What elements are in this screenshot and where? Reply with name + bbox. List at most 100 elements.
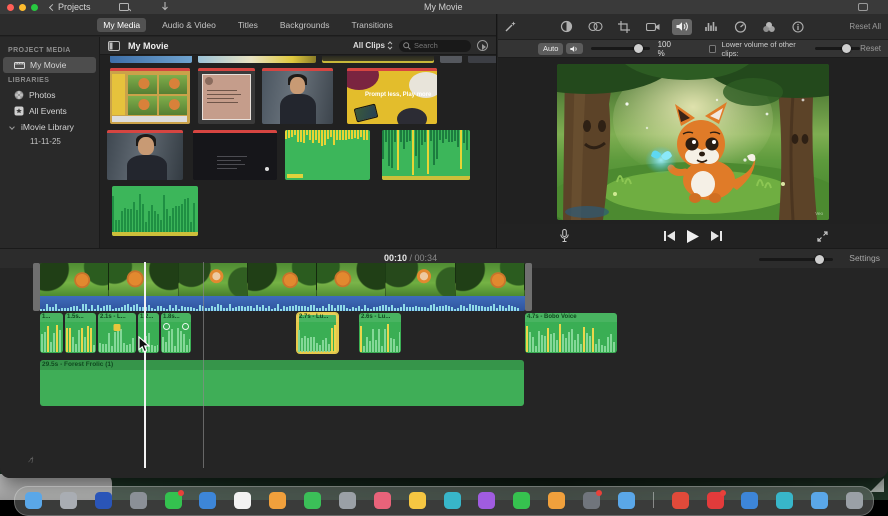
auto-volume-button[interactable]: Auto bbox=[538, 43, 563, 55]
audio-clip[interactable]: 1... bbox=[40, 313, 63, 353]
clip-thumbnail-promo[interactable]: Prompt less, Play more bbox=[347, 68, 437, 124]
volume-slider-knob[interactable] bbox=[634, 44, 643, 53]
dock-app-icon[interactable] bbox=[130, 492, 147, 509]
tab-audio-video[interactable]: Audio & Video bbox=[156, 18, 222, 32]
zoom-window-button[interactable] bbox=[31, 4, 38, 11]
dock-app-icon[interactable] bbox=[95, 492, 112, 509]
audio-thumbnail-3[interactable] bbox=[112, 186, 198, 236]
dock-app-icon[interactable] bbox=[444, 492, 461, 509]
play-button[interactable] bbox=[687, 230, 699, 243]
dock-app-icon[interactable] bbox=[199, 492, 216, 509]
dock-app-icon[interactable] bbox=[846, 492, 863, 509]
dock-app-icon[interactable] bbox=[548, 492, 565, 509]
dock-app-icon[interactable] bbox=[478, 492, 495, 509]
lower-volume-checkbox[interactable] bbox=[709, 45, 717, 53]
tab-my-media[interactable]: My Media bbox=[97, 18, 146, 32]
clip-thumbnail-partial[interactable] bbox=[110, 56, 192, 63]
dock-app-icon[interactable] bbox=[583, 492, 600, 509]
tab-transitions[interactable]: Transitions bbox=[345, 18, 398, 32]
clip-thumbnail-partial[interactable] bbox=[198, 56, 316, 63]
video-clip-filmstrip[interactable] bbox=[40, 263, 525, 296]
sidebar-toggle-icon[interactable] bbox=[108, 41, 120, 51]
volume-slider[interactable] bbox=[591, 47, 649, 50]
clip-thumbnail-partial[interactable] bbox=[468, 56, 496, 63]
dock-app-icon[interactable] bbox=[374, 492, 391, 509]
sidebar-item-photos[interactable]: Photos bbox=[0, 87, 99, 103]
playhead[interactable] bbox=[144, 262, 146, 468]
clip-thumbnail-document[interactable] bbox=[198, 68, 255, 124]
titlebar-extra-icon[interactable] bbox=[858, 3, 868, 11]
chevron-down-icon[interactable] bbox=[9, 124, 15, 130]
speed-icon[interactable] bbox=[730, 19, 750, 35]
dock-app-icon[interactable] bbox=[60, 492, 77, 509]
dock[interactable] bbox=[14, 486, 874, 516]
fullscreen-icon[interactable] bbox=[817, 231, 828, 242]
tab-backgrounds[interactable]: Backgrounds bbox=[274, 18, 336, 32]
reset-all-button[interactable]: Reset All bbox=[849, 22, 881, 31]
audio-thumbnail-1[interactable] bbox=[285, 130, 370, 180]
clip-filter-icon[interactable] bbox=[759, 19, 779, 35]
audio-clip[interactable]: 2.1s - L... bbox=[98, 313, 136, 353]
download-arrow-icon[interactable] bbox=[161, 2, 169, 12]
sidebar-item-imovie-library[interactable]: iMovie Library bbox=[0, 119, 99, 135]
previous-frame-button[interactable] bbox=[664, 231, 675, 241]
voiceover-mic-button[interactable] bbox=[560, 229, 569, 243]
audio-clip[interactable]: 1.5s... bbox=[65, 313, 96, 353]
dock-app-icon[interactable] bbox=[811, 492, 828, 509]
volume-icon[interactable] bbox=[672, 19, 692, 35]
crop-icon[interactable] bbox=[614, 19, 634, 35]
sidebar-item-all-events[interactable]: All Events bbox=[0, 103, 99, 119]
reset-button[interactable]: Reset bbox=[860, 44, 881, 53]
stabilization-icon[interactable] bbox=[643, 19, 663, 35]
dock-app-icon[interactable] bbox=[513, 492, 530, 509]
dock-app-icon[interactable] bbox=[776, 492, 793, 509]
video-clip-audio-strip[interactable] bbox=[40, 296, 525, 311]
color-balance-icon[interactable] bbox=[585, 19, 605, 35]
lower-volume-slider-knob[interactable] bbox=[842, 44, 851, 53]
audio-thumbnail-2[interactable] bbox=[382, 130, 470, 180]
clip-thumbnail-presenter-2[interactable] bbox=[107, 130, 183, 180]
back-to-projects-button[interactable]: Projects bbox=[50, 2, 91, 12]
info-icon[interactable] bbox=[788, 19, 808, 35]
clip-thumbnail-partial[interactable] bbox=[440, 56, 462, 63]
dock-app-icon[interactable] bbox=[269, 492, 286, 509]
audio-clip[interactable]: 4.7s - Bobo Voice bbox=[525, 313, 617, 353]
clip-thumbnail-fox-collage[interactable] bbox=[110, 68, 190, 124]
clip-thumbnail-partial[interactable] bbox=[322, 56, 434, 63]
search-field[interactable] bbox=[399, 40, 471, 52]
dock-app-icon[interactable] bbox=[304, 492, 321, 509]
dock-app-icon[interactable] bbox=[672, 492, 689, 509]
sidebar-item-my-movie[interactable]: My Movie bbox=[3, 57, 96, 73]
audio-clip[interactable]: 1.8s... bbox=[161, 313, 191, 353]
timeline-zoom-slider[interactable] bbox=[759, 258, 833, 261]
trim-handle-left[interactable] bbox=[33, 263, 40, 311]
dock-app-icon[interactable] bbox=[409, 492, 426, 509]
color-correction-icon[interactable] bbox=[556, 19, 576, 35]
mute-button[interactable] bbox=[566, 43, 583, 54]
clip-thumbnail-screen-recording[interactable] bbox=[193, 130, 277, 180]
preview-video[interactable]: Veo bbox=[557, 64, 829, 220]
audio-clip[interactable]: 2.6s - Lu... bbox=[359, 313, 401, 353]
dock-app-icon[interactable] bbox=[339, 492, 356, 509]
dock-app-icon[interactable] bbox=[707, 492, 724, 509]
skimming-toggle-button[interactable] bbox=[477, 40, 488, 51]
noise-reduction-icon[interactable] bbox=[701, 19, 721, 35]
dock-app-icon[interactable] bbox=[741, 492, 758, 509]
dock-app-icon[interactable] bbox=[165, 492, 182, 509]
dock-app-icon[interactable] bbox=[618, 492, 635, 509]
sidebar-item-event-11-11-25[interactable]: 11-11-25 bbox=[0, 135, 99, 148]
minimize-window-button[interactable] bbox=[19, 4, 26, 11]
close-window-button[interactable] bbox=[7, 4, 14, 11]
import-media-icon[interactable] bbox=[119, 3, 131, 12]
trim-handle-right[interactable] bbox=[525, 263, 532, 311]
tab-titles[interactable]: Titles bbox=[232, 18, 264, 32]
background-music-clip[interactable]: 29.5s - Forest Frolic (1) bbox=[40, 360, 524, 406]
magic-wand-icon[interactable] bbox=[504, 20, 517, 33]
dock-app-icon[interactable] bbox=[25, 492, 42, 509]
dock-app-icon[interactable] bbox=[234, 492, 251, 509]
timeline[interactable]: 1...1.5s...2.1s - L...1.2...1.8s...2.7s … bbox=[0, 268, 888, 478]
clip-thumbnail-presenter[interactable] bbox=[262, 68, 333, 124]
clip-filter-dropdown[interactable]: All Clips bbox=[353, 41, 393, 50]
audio-clip[interactable]: 2.7s - Lu... bbox=[297, 313, 338, 353]
next-frame-button[interactable] bbox=[711, 231, 722, 241]
